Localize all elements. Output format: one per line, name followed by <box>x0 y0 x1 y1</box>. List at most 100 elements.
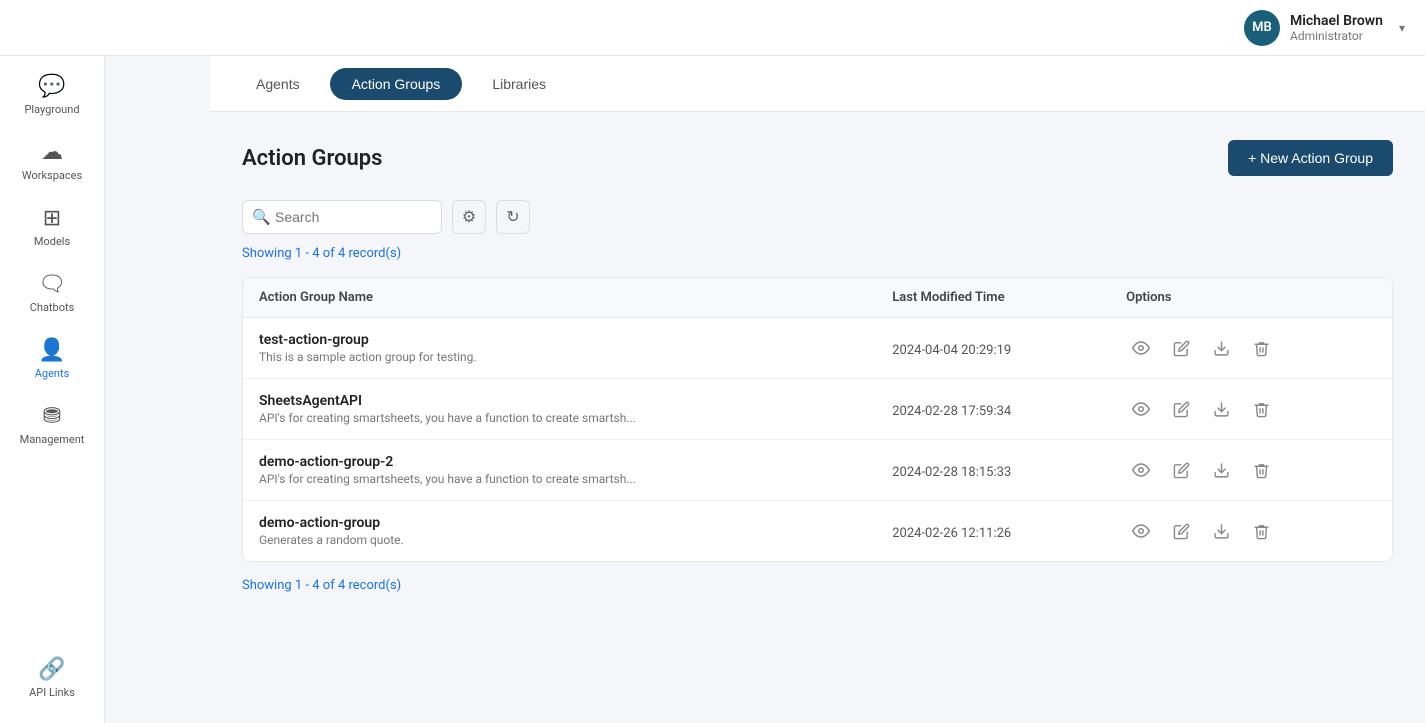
view-icon[interactable] <box>1126 455 1156 485</box>
action-group-desc: API's for creating smartsheets, you have… <box>259 411 860 425</box>
chatbots-icon: 🗨 <box>38 272 66 297</box>
table-row: SheetsAgentAPI API's for creating smarts… <box>243 379 1392 440</box>
table-row: demo-action-group Generates a random quo… <box>243 501 1392 562</box>
chevron-down-icon: ▾ <box>1399 21 1405 35</box>
action-group-desc: This is a sample action group for testin… <box>259 350 860 364</box>
edit-icon[interactable] <box>1166 394 1196 424</box>
filter-icon: ⚙ <box>462 207 476 227</box>
action-group-name: SheetsAgentAPI <box>259 393 860 409</box>
modified-time: 2024-02-26 12:11:26 <box>892 526 1011 541</box>
cell-name: SheetsAgentAPI API's for creating smarts… <box>243 379 876 440</box>
sidebar-item-management[interactable]: ⛃ Management <box>0 394 104 456</box>
action-group-name: demo-action-group-2 <box>259 454 860 470</box>
refresh-icon: ↻ <box>506 207 519 227</box>
sidebar: ai 💬 Playground ☁ Workspaces ⊞ Models 🗨 … <box>0 0 105 723</box>
action-groups-table: Action Group Name Last Modified Time Opt… <box>243 278 1392 561</box>
api-links-icon: 🔗 <box>38 657 65 682</box>
col-name: Action Group Name <box>243 278 876 318</box>
user-details: Michael Brown Administrator <box>1290 13 1383 43</box>
cell-name: demo-action-group-2 API's for creating s… <box>243 440 876 501</box>
sidebar-item-models[interactable]: ⊞ Models <box>0 196 104 258</box>
col-options: Options <box>1110 278 1392 318</box>
cell-name: test-action-group This is a sample actio… <box>243 318 876 379</box>
cell-name: demo-action-group Generates a random quo… <box>243 501 876 562</box>
user-menu[interactable]: MB Michael Brown Administrator ▾ <box>1244 10 1405 46</box>
sidebar-item-label: API Links <box>29 686 75 699</box>
action-icons <box>1126 455 1376 485</box>
view-icon[interactable] <box>1126 516 1156 546</box>
modified-time: 2024-02-28 18:15:33 <box>892 465 1011 480</box>
modified-time: 2024-04-04 20:29:19 <box>892 343 1011 358</box>
table-body: test-action-group This is a sample actio… <box>243 318 1392 562</box>
search-wrapper: 🔍 <box>242 200 442 234</box>
cell-options <box>1110 501 1392 562</box>
table-row: test-action-group This is a sample actio… <box>243 318 1392 379</box>
models-icon: ⊞ <box>43 206 61 231</box>
table-head: Action Group Name Last Modified Time Opt… <box>243 278 1392 318</box>
user-role: Administrator <box>1290 29 1383 43</box>
topbar: MB Michael Brown Administrator ▾ <box>0 0 1425 56</box>
delete-icon[interactable] <box>1246 394 1276 424</box>
sidebar-item-label: Chatbots <box>30 301 75 314</box>
action-icons <box>1126 394 1376 424</box>
cell-options <box>1110 379 1392 440</box>
cell-modified: 2024-02-26 12:11:26 <box>876 501 1110 562</box>
download-icon[interactable] <box>1206 333 1236 363</box>
table-row: demo-action-group-2 API's for creating s… <box>243 440 1392 501</box>
search-icon: 🔍 <box>252 208 271 226</box>
search-row: 🔍 ⚙ ↻ <box>242 200 1393 234</box>
sidebar-item-label: Management <box>20 433 85 446</box>
sidebar-item-label: Models <box>34 235 70 248</box>
sidebar-item-label: Playground <box>24 103 79 116</box>
action-group-name: test-action-group <box>259 332 860 348</box>
management-icon: ⛃ <box>43 404 61 429</box>
action-icons <box>1126 516 1376 546</box>
playground-icon: 💬 <box>38 74 65 99</box>
cell-modified: 2024-02-28 17:59:34 <box>876 379 1110 440</box>
records-count-bottom: Showing 1 - 4 of 4 record(s) <box>242 578 1393 593</box>
avatar: MB <box>1244 10 1280 46</box>
user-name: Michael Brown <box>1290 13 1383 29</box>
page-header: Action Groups + New Action Group <box>242 140 1393 176</box>
sidebar-item-playground[interactable]: 💬 Playground <box>0 64 104 126</box>
page-title: Action Groups <box>242 146 383 171</box>
delete-icon[interactable] <box>1246 333 1276 363</box>
sidebar-item-label: Agents <box>35 367 70 380</box>
cell-options <box>1110 318 1392 379</box>
search-input[interactable] <box>242 200 442 234</box>
edit-icon[interactable] <box>1166 455 1196 485</box>
action-icons <box>1126 333 1376 363</box>
tab-libraries[interactable]: Libraries <box>470 68 568 100</box>
edit-icon[interactable] <box>1166 333 1196 363</box>
view-icon[interactable] <box>1126 394 1156 424</box>
modified-time: 2024-02-28 17:59:34 <box>892 404 1011 419</box>
sidebar-item-agents[interactable]: 👤 Agents <box>0 328 104 390</box>
tab-action-groups[interactable]: Action Groups <box>330 68 463 100</box>
agents-icon: 👤 <box>38 338 65 363</box>
sidebar-item-workspaces[interactable]: ☁ Workspaces <box>0 130 104 192</box>
cell-options <box>1110 440 1392 501</box>
edit-icon[interactable] <box>1166 516 1196 546</box>
col-modified: Last Modified Time <box>876 278 1110 318</box>
cell-modified: 2024-04-04 20:29:19 <box>876 318 1110 379</box>
view-icon[interactable] <box>1126 333 1156 363</box>
download-icon[interactable] <box>1206 455 1236 485</box>
records-count-top: Showing 1 - 4 of 4 record(s) <box>242 246 1393 261</box>
download-icon[interactable] <box>1206 394 1236 424</box>
action-group-name: demo-action-group <box>259 515 860 531</box>
delete-icon[interactable] <box>1246 516 1276 546</box>
delete-icon[interactable] <box>1246 455 1276 485</box>
sidebar-item-chatbots[interactable]: 🗨 Chatbots <box>0 262 104 324</box>
new-action-group-button[interactable]: + New Action Group <box>1228 140 1393 176</box>
refresh-button[interactable]: ↻ <box>496 200 530 234</box>
download-icon[interactable] <box>1206 516 1236 546</box>
sidebar-item-label: Workspaces <box>22 169 82 182</box>
tabs-bar: Agents Action Groups Libraries <box>210 56 1425 112</box>
action-group-desc: Generates a random quote. <box>259 533 860 547</box>
filter-button[interactable]: ⚙ <box>452 200 486 234</box>
tab-agents[interactable]: Agents <box>234 68 322 100</box>
cell-modified: 2024-02-28 18:15:33 <box>876 440 1110 501</box>
table-container: Action Group Name Last Modified Time Opt… <box>242 277 1393 562</box>
table-header-row: Action Group Name Last Modified Time Opt… <box>243 278 1392 318</box>
sidebar-item-api-links[interactable]: 🔗 API Links <box>21 647 83 709</box>
